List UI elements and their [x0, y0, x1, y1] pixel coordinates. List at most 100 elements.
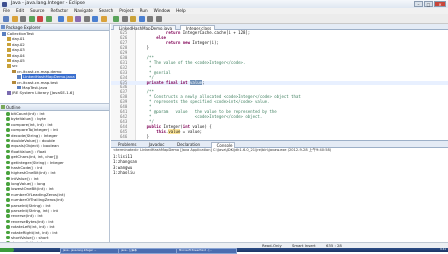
tree-item-icon	[17, 85, 21, 90]
method-icon	[6, 149, 10, 154]
tree-item-label: MapTest.java	[22, 84, 48, 90]
console-tab-bar: Problems Javadoc Declaration Console	[111, 141, 448, 148]
toolbar-icon[interactable]	[11, 16, 18, 22]
tree-item-icon	[7, 42, 11, 47]
outline-item-label: getChars(int, int, char[])	[11, 154, 59, 160]
method-icon	[6, 165, 10, 170]
tree-item-label: CollectionTest	[7, 31, 34, 36]
method-icon	[6, 160, 10, 165]
start-button[interactable]	[0, 248, 14, 252]
outline-item-label: shortValue() : short	[11, 234, 49, 240]
toolbar-icon[interactable]	[147, 16, 153, 22]
outline-panel: Outline bitCount(int) : int byteValue() :…	[0, 104, 110, 245]
tree-item[interactable]: JRE System Library [JavaSE-1.6]	[0, 90, 109, 95]
console-output-line: 1:zhaoliu	[113, 170, 135, 176]
method-icon	[6, 192, 10, 197]
taskbar-item[interactable]: Microsoft PowerPoint - [...	[176, 248, 237, 254]
method-icon	[6, 198, 10, 202]
console-tab-problems[interactable]: Problems	[113, 142, 138, 148]
toolbar-icon[interactable]	[92, 16, 98, 22]
title-bar: Java - java.lang.Integer - Eclipse – □ ✕	[0, 0, 448, 8]
toolbar-icon[interactable]	[75, 16, 81, 22]
outline-tree: bitCount(int) : int byteValue() : byte com…	[0, 111, 109, 246]
toolbar-icon[interactable]	[83, 16, 90, 22]
tree-item-icon	[7, 53, 11, 58]
tree-item-label: day.01	[12, 36, 25, 42]
toolbar-icon[interactable]	[3, 16, 9, 22]
toolbar-icon[interactable]	[20, 16, 26, 22]
taskbar-clock: 9:41	[440, 248, 446, 251]
console-terminated-label: <terminated> LinkedHashMapDemo [Java App…	[113, 148, 332, 152]
outline-item-label: floatValue() : float	[11, 148, 46, 154]
outline-item-label: rotateRight(int, int) : int	[11, 229, 58, 235]
outline-label: Outline	[6, 104, 21, 110]
package-explorer-panel: Package Explorer CollectionTest day.01 day…	[0, 24, 110, 104]
toolbar-icon[interactable]	[121, 16, 128, 22]
outline-tab[interactable]: Outline	[0, 104, 109, 111]
taskbar-item[interactable]: java - 记事本	[118, 248, 179, 254]
toolbar-icon[interactable]	[37, 16, 43, 22]
outline-item-label: reverse(int) : int	[11, 213, 43, 219]
outline-item-label: doubleValue() : double	[11, 137, 56, 143]
method-icon	[6, 230, 10, 235]
windows-taskbar: 9:41 Java - java.lang.Integer ... java - …	[0, 248, 448, 254]
outline-item-label: decode(String) : Integer	[11, 132, 58, 138]
method-icon	[6, 122, 10, 127]
code-editor[interactable]: 625 return IntegerCache.cache[i + 128]; 6…	[111, 30, 448, 140]
tree-item-label: LinkedHashMapDemo.java	[22, 74, 76, 80]
toolbar-icon[interactable]	[155, 16, 162, 22]
outline-item-label: compare(int, int) : int	[11, 121, 53, 127]
maximize-button[interactable]: □	[424, 1, 433, 7]
outline-item-label: reverseBytes(int) : int	[11, 218, 54, 224]
method-icon	[6, 171, 10, 175]
outline-item-label: getInteger(String) : Integer	[11, 159, 64, 165]
tree-item-label: src	[12, 63, 18, 69]
method-icon	[6, 214, 10, 218]
toolbar-icon[interactable]	[130, 16, 136, 22]
package-explorer-label: Package Explorer	[6, 24, 41, 30]
method-icon	[6, 112, 10, 116]
outline-item-label: rotateLeft(int, int) : int	[11, 224, 55, 230]
toolbar-icon[interactable]	[138, 16, 145, 22]
tree-item-label: day.05	[12, 57, 25, 63]
toolbar-icon[interactable]	[100, 16, 107, 22]
toolbar	[0, 14, 448, 24]
outline-item-label: longValue() : long	[11, 181, 46, 187]
outline-item-label: equals(Object) : boolean	[11, 143, 59, 149]
outline-item-label: lowestOneBit(int) : int	[11, 186, 54, 192]
outline-item-label: parseInt(String, int) : int	[11, 208, 59, 214]
tree-item-icon	[2, 32, 6, 36]
package-explorer-tab[interactable]: Package Explorer	[0, 24, 109, 31]
window-title: Java - java.lang.Integer - Eclipse	[11, 1, 85, 6]
outline-icon	[1, 105, 5, 109]
eclipse-icon	[2, 1, 7, 7]
tree-item-label: day.02	[12, 41, 25, 47]
tree-item-icon	[17, 75, 21, 79]
toolbar-icon[interactable]	[66, 16, 73, 22]
window-controls: – □ ✕	[414, 1, 446, 7]
toolbar-icon[interactable]	[28, 16, 35, 22]
toolbar-icon[interactable]	[45, 16, 52, 22]
package-tree: CollectionTest day.01 day.02 day.03 day.04 da…	[0, 31, 109, 96]
outline-item-label: numberOfLeadingZeros(int)	[11, 191, 66, 197]
minimize-button[interactable]: –	[414, 1, 423, 7]
console-tab-declaration[interactable]: Declaration	[172, 142, 202, 148]
method-icon	[6, 155, 10, 159]
toolbar-icon[interactable]	[113, 16, 119, 22]
tree-item-icon	[7, 64, 11, 68]
method-icon	[6, 133, 10, 138]
taskbar-item[interactable]: Java - java.lang.Integer ...	[60, 248, 121, 254]
tree-item-label: JRE System Library [JavaSE-1.6]	[12, 90, 74, 96]
tree-item-icon	[7, 91, 11, 95]
method-icon	[6, 182, 10, 186]
outline-item-label: compareTo(Integer) : int	[11, 127, 59, 133]
console-tab-javadoc[interactable]: Javadoc	[144, 142, 167, 148]
outline-item-label: numberOfTrailingZeros(int)	[11, 197, 64, 203]
close-button[interactable]: ✕	[434, 1, 446, 7]
method-icon	[6, 187, 10, 191]
package-explorer-icon	[1, 25, 5, 29]
toolbar-icon[interactable]	[58, 16, 64, 22]
method-icon	[6, 128, 10, 132]
method-icon	[6, 209, 10, 213]
tree-item-icon	[7, 48, 11, 52]
